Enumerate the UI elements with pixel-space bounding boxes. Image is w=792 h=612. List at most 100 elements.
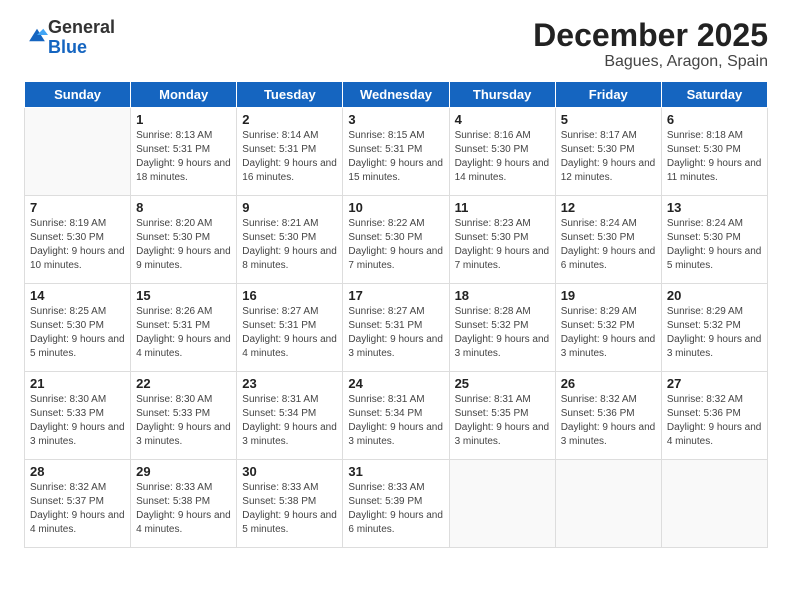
cell-day-number: 26 bbox=[561, 376, 656, 391]
daylight-text: Daylight: 9 hours and 3 minutes. bbox=[455, 333, 550, 361]
sunrise-text: Sunrise: 8:29 AM bbox=[667, 305, 762, 319]
col-thursday: Thursday bbox=[449, 82, 555, 108]
sunrise-text: Sunrise: 8:13 AM bbox=[136, 129, 231, 143]
sunrise-text: Sunrise: 8:31 AM bbox=[242, 393, 337, 407]
sunset-text: Sunset: 5:34 PM bbox=[348, 407, 443, 421]
cell-info: Sunrise: 8:24 AMSunset: 5:30 PMDaylight:… bbox=[667, 217, 762, 273]
sunrise-text: Sunrise: 8:16 AM bbox=[455, 129, 550, 143]
daylight-text: Daylight: 9 hours and 7 minutes. bbox=[348, 245, 443, 273]
daylight-text: Daylight: 9 hours and 9 minutes. bbox=[136, 245, 231, 273]
sunset-text: Sunset: 5:30 PM bbox=[561, 143, 656, 157]
cell-info: Sunrise: 8:14 AMSunset: 5:31 PMDaylight:… bbox=[242, 129, 337, 185]
cell-day-number: 2 bbox=[242, 112, 337, 127]
sunset-text: Sunset: 5:32 PM bbox=[667, 319, 762, 333]
cell-day-number: 13 bbox=[667, 200, 762, 215]
daylight-text: Daylight: 9 hours and 5 minutes. bbox=[242, 509, 337, 537]
table-row: 22Sunrise: 8:30 AMSunset: 5:33 PMDayligh… bbox=[131, 372, 237, 460]
sunrise-text: Sunrise: 8:27 AM bbox=[242, 305, 337, 319]
cell-day-number: 29 bbox=[136, 464, 231, 479]
sunset-text: Sunset: 5:38 PM bbox=[242, 495, 337, 509]
sunrise-text: Sunrise: 8:26 AM bbox=[136, 305, 231, 319]
table-row bbox=[25, 108, 131, 196]
logo-icon bbox=[26, 24, 48, 46]
sunset-text: Sunset: 5:38 PM bbox=[136, 495, 231, 509]
cell-info: Sunrise: 8:30 AMSunset: 5:33 PMDaylight:… bbox=[136, 393, 231, 449]
sunrise-text: Sunrise: 8:21 AM bbox=[242, 217, 337, 231]
sunset-text: Sunset: 5:30 PM bbox=[455, 143, 550, 157]
table-row: 2 Sunrise: 8:14 AMSunset: 5:31 PMDaylight… bbox=[237, 108, 343, 196]
daylight-text: Daylight: 9 hours and 4 minutes. bbox=[136, 509, 231, 537]
cell-info: Sunrise: 8:15 AMSunset: 5:31 PMDaylight:… bbox=[348, 129, 443, 185]
cell-day-number: 14 bbox=[30, 288, 125, 303]
table-row: 17Sunrise: 8:27 AMSunset: 5:31 PMDayligh… bbox=[343, 284, 449, 372]
sunset-text: Sunset: 5:36 PM bbox=[561, 407, 656, 421]
daylight-text: Daylight: 9 hours and 18 minutes. bbox=[136, 157, 231, 185]
daylight-text: Daylight: 9 hours and 12 minutes. bbox=[561, 157, 656, 185]
header-row: Sunday Monday Tuesday Wednesday Thursday… bbox=[25, 82, 768, 108]
sunrise-text: Sunrise: 8:33 AM bbox=[348, 481, 443, 495]
daylight-text: Daylight: 9 hours and 4 minutes. bbox=[136, 333, 231, 361]
sunrise-text: Sunrise: 8:15 AM bbox=[348, 129, 443, 143]
table-row: 9Sunrise: 8:21 AMSunset: 5:30 PMDaylight… bbox=[237, 196, 343, 284]
sunset-text: Sunset: 5:31 PM bbox=[136, 319, 231, 333]
cell-info: Sunrise: 8:20 AMSunset: 5:30 PMDaylight:… bbox=[136, 217, 231, 273]
cell-info: Sunrise: 8:33 AMSunset: 5:38 PMDaylight:… bbox=[136, 481, 231, 537]
cell-info: Sunrise: 8:32 AMSunset: 5:37 PMDaylight:… bbox=[30, 481, 125, 537]
sunset-text: Sunset: 5:30 PM bbox=[455, 231, 550, 245]
col-sunday: Sunday bbox=[25, 82, 131, 108]
daylight-text: Daylight: 9 hours and 4 minutes. bbox=[242, 333, 337, 361]
cell-day-number: 15 bbox=[136, 288, 231, 303]
table-row: 31Sunrise: 8:33 AMSunset: 5:39 PMDayligh… bbox=[343, 460, 449, 548]
cell-day-number: 10 bbox=[348, 200, 443, 215]
table-row: 8Sunrise: 8:20 AMSunset: 5:30 PMDaylight… bbox=[131, 196, 237, 284]
cell-info: Sunrise: 8:27 AMSunset: 5:31 PMDaylight:… bbox=[348, 305, 443, 361]
table-row: 20Sunrise: 8:29 AMSunset: 5:32 PMDayligh… bbox=[661, 284, 767, 372]
daylight-text: Daylight: 9 hours and 4 minutes. bbox=[667, 421, 762, 449]
sunset-text: Sunset: 5:31 PM bbox=[348, 319, 443, 333]
sunset-text: Sunset: 5:30 PM bbox=[30, 231, 125, 245]
logo: General Blue bbox=[24, 18, 115, 58]
sunrise-text: Sunrise: 8:32 AM bbox=[561, 393, 656, 407]
table-row: 7Sunrise: 8:19 AMSunset: 5:30 PMDaylight… bbox=[25, 196, 131, 284]
daylight-text: Daylight: 9 hours and 15 minutes. bbox=[348, 157, 443, 185]
cell-info: Sunrise: 8:23 AMSunset: 5:30 PMDaylight:… bbox=[455, 217, 550, 273]
cell-day-number: 6 bbox=[667, 112, 762, 127]
table-row: 14Sunrise: 8:25 AMSunset: 5:30 PMDayligh… bbox=[25, 284, 131, 372]
sunset-text: Sunset: 5:30 PM bbox=[348, 231, 443, 245]
calendar-week-row: 21Sunrise: 8:30 AMSunset: 5:33 PMDayligh… bbox=[25, 372, 768, 460]
table-row: 30Sunrise: 8:33 AMSunset: 5:38 PMDayligh… bbox=[237, 460, 343, 548]
table-row bbox=[555, 460, 661, 548]
sunrise-text: Sunrise: 8:30 AM bbox=[136, 393, 231, 407]
cell-day-number: 9 bbox=[242, 200, 337, 215]
col-friday: Friday bbox=[555, 82, 661, 108]
cell-day-number: 4 bbox=[455, 112, 550, 127]
calendar-week-row: 28Sunrise: 8:32 AMSunset: 5:37 PMDayligh… bbox=[25, 460, 768, 548]
table-row: 18Sunrise: 8:28 AMSunset: 5:32 PMDayligh… bbox=[449, 284, 555, 372]
daylight-text: Daylight: 9 hours and 3 minutes. bbox=[561, 333, 656, 361]
header: General Blue December 2025 Bagues, Arago… bbox=[24, 18, 768, 71]
sunset-text: Sunset: 5:30 PM bbox=[242, 231, 337, 245]
sunset-text: Sunset: 5:37 PM bbox=[30, 495, 125, 509]
sunset-text: Sunset: 5:31 PM bbox=[136, 143, 231, 157]
cell-info: Sunrise: 8:32 AMSunset: 5:36 PMDaylight:… bbox=[561, 393, 656, 449]
daylight-text: Daylight: 9 hours and 14 minutes. bbox=[455, 157, 550, 185]
cell-day-number: 12 bbox=[561, 200, 656, 215]
cell-info: Sunrise: 8:13 AMSunset: 5:31 PMDaylight:… bbox=[136, 129, 231, 185]
page: General Blue December 2025 Bagues, Arago… bbox=[0, 0, 792, 612]
cell-day-number: 24 bbox=[348, 376, 443, 391]
sunrise-text: Sunrise: 8:33 AM bbox=[242, 481, 337, 495]
sunset-text: Sunset: 5:30 PM bbox=[136, 231, 231, 245]
cell-day-number: 27 bbox=[667, 376, 762, 391]
daylight-text: Daylight: 9 hours and 10 minutes. bbox=[30, 245, 125, 273]
sunrise-text: Sunrise: 8:23 AM bbox=[455, 217, 550, 231]
table-row: 25Sunrise: 8:31 AMSunset: 5:35 PMDayligh… bbox=[449, 372, 555, 460]
table-row: 6Sunrise: 8:18 AMSunset: 5:30 PMDaylight… bbox=[661, 108, 767, 196]
cell-day-number: 19 bbox=[561, 288, 656, 303]
cell-info: Sunrise: 8:26 AMSunset: 5:31 PMDaylight:… bbox=[136, 305, 231, 361]
logo-general-text: General bbox=[48, 18, 115, 38]
cell-day-number: 23 bbox=[242, 376, 337, 391]
sunset-text: Sunset: 5:31 PM bbox=[242, 143, 337, 157]
logo-blue-text: Blue bbox=[48, 37, 87, 57]
daylight-text: Daylight: 9 hours and 7 minutes. bbox=[455, 245, 550, 273]
cell-info: Sunrise: 8:19 AMSunset: 5:30 PMDaylight:… bbox=[30, 217, 125, 273]
